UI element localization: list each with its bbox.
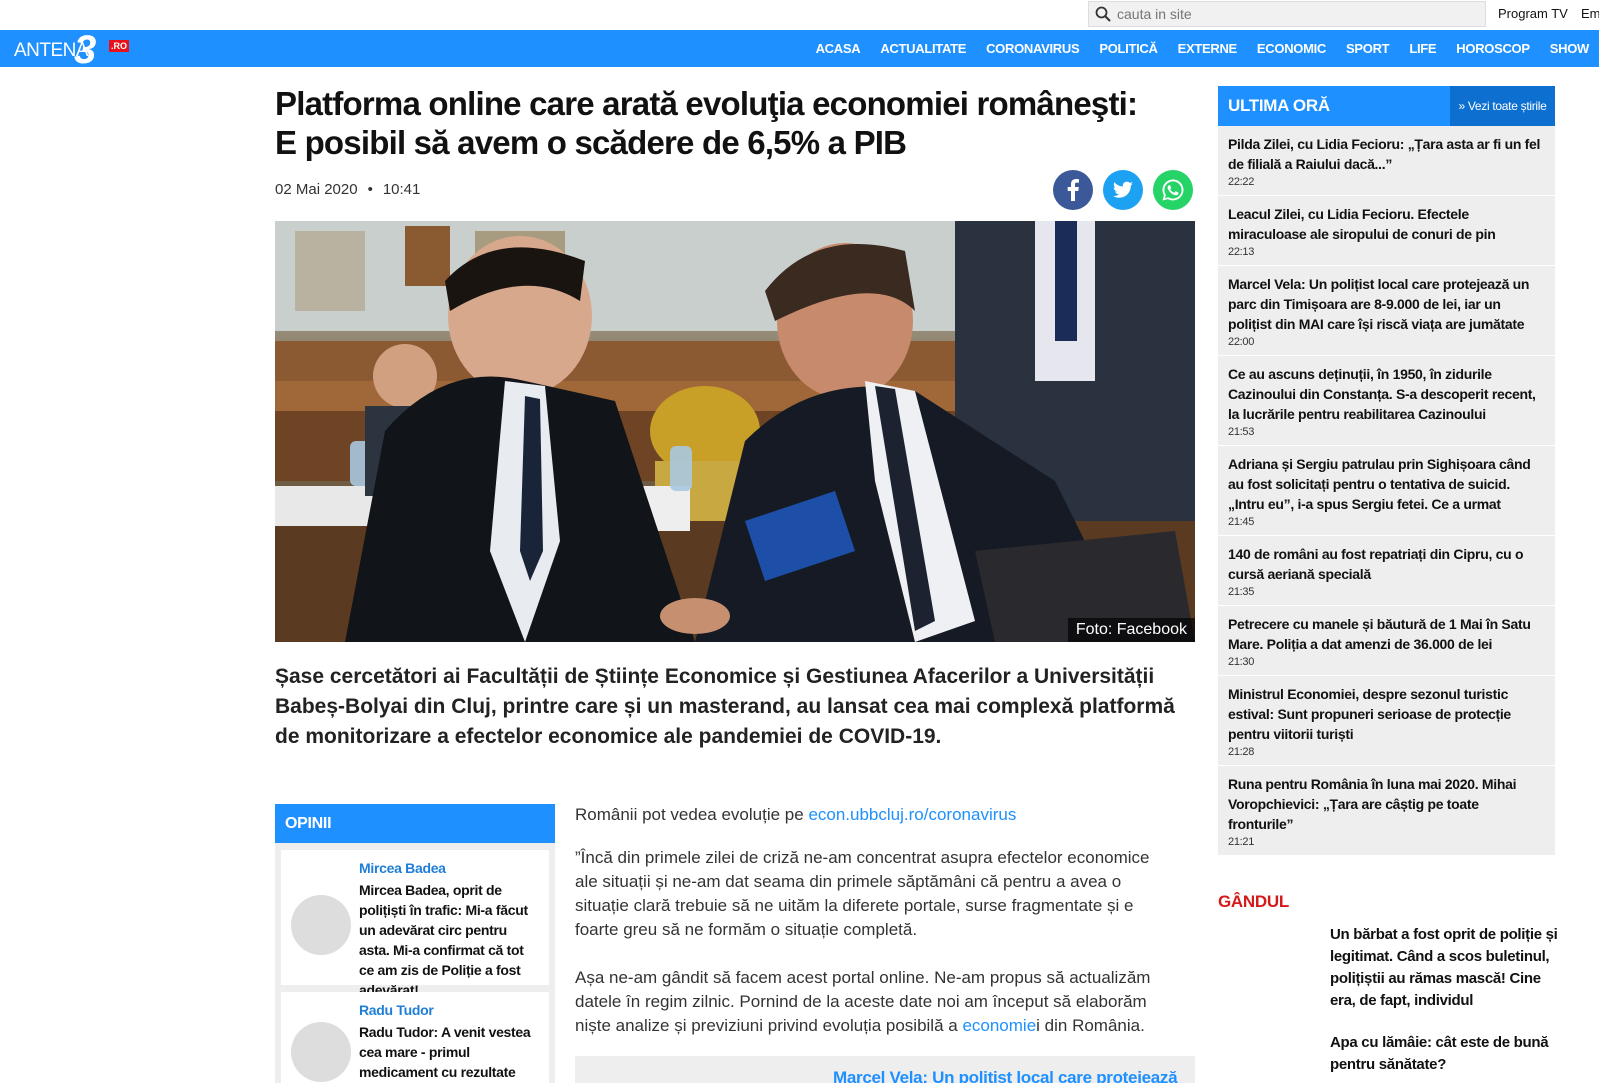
em-link[interactable]: Em [1581, 6, 1599, 21]
nav-life[interactable]: LIFE [1399, 30, 1446, 67]
econ-link[interactable]: econ.ubbcluj.ro/coronavirus [808, 805, 1016, 824]
twitter-icon [1103, 170, 1143, 210]
nav-show[interactable]: SHOW [1540, 30, 1599, 67]
economie-link[interactable]: economie [962, 1016, 1036, 1035]
opinii-box: OPINII Mircea Badea Mircea Badea, oprit … [275, 804, 555, 1083]
news-item[interactable]: Ministrul Economiei, despre sezonul turi… [1218, 676, 1555, 766]
news-item[interactable]: Runa pentru România în luna mai 2020. Mi… [1218, 766, 1555, 856]
related-article-link[interactable]: Marcel Vela: Un polițist local care prot… [833, 1068, 1178, 1083]
article-paragraph: ”Încă din primele zilei de criză ne-am c… [575, 848, 1150, 939]
paragraph-text: Românii pot vedea evoluție pe [575, 805, 809, 824]
photo-illustration [275, 221, 1195, 642]
news-time: 22:00 [1228, 336, 1255, 348]
article-paragraph: Românii pot vedea evoluție pe econ.ubbcl… [575, 803, 1175, 827]
ultima-ora-widget: ULTIMA ORĂ » Vezi toate știrile Pilda Zi… [1218, 86, 1555, 856]
opinion-author[interactable]: Mircea Badea [359, 860, 446, 876]
see-all-news-button[interactable]: » Vezi toate știrile [1450, 86, 1555, 126]
ultima-ora-title: ULTIMA ORĂ [1228, 96, 1330, 115]
news-time: 21:21 [1228, 836, 1255, 848]
paragraph-text: i din România. [1036, 1016, 1145, 1035]
news-time: 21:35 [1228, 586, 1255, 598]
news-time: 21:30 [1228, 656, 1255, 668]
opinion-card[interactable]: Mircea Badea Mircea Badea, oprit de poli… [281, 850, 549, 998]
share-whatsapp-button[interactable] [1153, 170, 1193, 210]
meta-separator: • [367, 181, 373, 198]
news-title[interactable]: Ministrul Economiei, despre sezonul turi… [1228, 684, 1545, 744]
article-date: 02 Mai 2020 [275, 181, 358, 198]
ultima-ora-header: ULTIMA ORĂ » Vezi toate știrile [1218, 86, 1555, 126]
nav-coronavirus[interactable]: CORONAVIRUS [976, 30, 1089, 67]
news-item[interactable]: Leacul Zilei, cu Lidia Fecioru. Efectele… [1218, 196, 1555, 266]
nav-sport[interactable]: SPORT [1336, 30, 1399, 67]
search-icon[interactable] [1095, 6, 1111, 22]
avatar[interactable] [291, 1022, 351, 1082]
logo-number: 3 [74, 28, 97, 72]
news-title[interactable]: Petrecere cu manele și băutură de 1 Mai … [1228, 614, 1545, 654]
news-item[interactable]: Petrecere cu manele și băutură de 1 Mai … [1218, 606, 1555, 676]
news-item[interactable]: Ce au ascuns deținuții, în 1950, în zidu… [1218, 356, 1555, 446]
news-title[interactable]: Marcel Vela: Un polițist local care prot… [1228, 274, 1545, 334]
news-time: 21:53 [1228, 426, 1255, 438]
gandul-section-title[interactable]: GÂNDUL [1218, 892, 1289, 912]
main-nav: ANTENA 3 .RO ACASA ACTUALITATE CORONAVIR… [0, 28, 1599, 72]
search-box[interactable] [1088, 1, 1486, 27]
nav-horoscop[interactable]: HOROSCOP [1446, 30, 1539, 67]
gandul-article-link[interactable]: Un bărbat a fost oprit de poliție și leg… [1330, 924, 1560, 1012]
opinii-header[interactable]: OPINII [275, 804, 555, 843]
news-title[interactable]: Pilda Zilei, cu Lidia Fecioru: „Țara ast… [1228, 134, 1545, 174]
whatsapp-icon [1153, 170, 1193, 210]
news-title[interactable]: Leacul Zilei, cu Lidia Fecioru. Efectele… [1228, 204, 1545, 244]
related-article-box: Marcel Vela: Un polițist local care prot… [575, 1056, 1195, 1083]
nav-externe[interactable]: EXTERNE [1168, 30, 1247, 67]
news-time: 21:28 [1228, 746, 1255, 758]
news-item[interactable]: 140 de români au fost repatriați din Cip… [1218, 536, 1555, 606]
utility-bar: Program TV Em [0, 0, 1599, 30]
news-item[interactable]: Pilda Zilei, cu Lidia Fecioru: „Țara ast… [1218, 126, 1555, 196]
nav-actualitate[interactable]: ACTUALITATE [870, 30, 976, 67]
program-tv-link[interactable]: Program TV [1498, 6, 1568, 21]
photo-credit: Foto: Facebook [1067, 618, 1195, 642]
article-photo[interactable]: Foto: Facebook [275, 221, 1195, 642]
news-title[interactable]: 140 de români au fost repatriați din Cip… [1228, 544, 1545, 584]
share-twitter-button[interactable] [1103, 170, 1143, 210]
news-item[interactable]: Adriana și Sergiu patrulau prin Sighișoa… [1218, 446, 1555, 536]
article-paragraph: Așa ne-am gândit să facem acest portal o… [575, 966, 1175, 1038]
opinion-card[interactable]: Radu Tudor Radu Tudor: A venit vestea ce… [281, 992, 549, 1083]
article-lead: Șase cercetători ai Facultății de Științ… [275, 665, 1175, 748]
search-input[interactable] [1117, 4, 1477, 24]
news-title[interactable]: Adriana și Sergiu patrulau prin Sighișoa… [1228, 454, 1545, 514]
news-time: 21:45 [1228, 516, 1255, 528]
article-time: 10:41 [382, 181, 421, 198]
article-meta: 02 Mai 2020 • 10:41 [275, 181, 420, 198]
opinion-author[interactable]: Radu Tudor [359, 1002, 434, 1018]
article-headline: Platforma online care arată evoluţia eco… [275, 85, 1138, 161]
facebook-icon [1053, 170, 1093, 210]
news-time: 22:22 [1228, 176, 1255, 188]
opinion-title[interactable]: Radu Tudor: A venit vestea cea mare - pr… [359, 1022, 539, 1082]
share-facebook-button[interactable] [1053, 170, 1093, 210]
nav-politica[interactable]: POLITICĂ [1089, 30, 1167, 67]
news-title[interactable]: Ce au ascuns deținuții, în 1950, în zidu… [1228, 364, 1545, 424]
nav-economic[interactable]: ECONOMIC [1247, 30, 1336, 67]
gandul-article-link[interactable]: Apa cu lămâie: cât este de bună pentru s… [1330, 1032, 1560, 1076]
avatar[interactable] [291, 895, 351, 955]
nav-acasa[interactable]: ACASA [806, 30, 871, 67]
logo-ro-badge: .RO [109, 40, 130, 52]
nav-links: ACASA ACTUALITATE CORONAVIRUS POLITICĂ E… [806, 30, 1599, 67]
news-time: 22:13 [1228, 246, 1255, 258]
news-item[interactable]: Marcel Vela: Un polițist local care prot… [1218, 266, 1555, 356]
opinion-title[interactable]: Mircea Badea, oprit de polițiști în traf… [359, 880, 539, 1000]
news-title[interactable]: Runa pentru România în luna mai 2020. Mi… [1228, 774, 1545, 834]
